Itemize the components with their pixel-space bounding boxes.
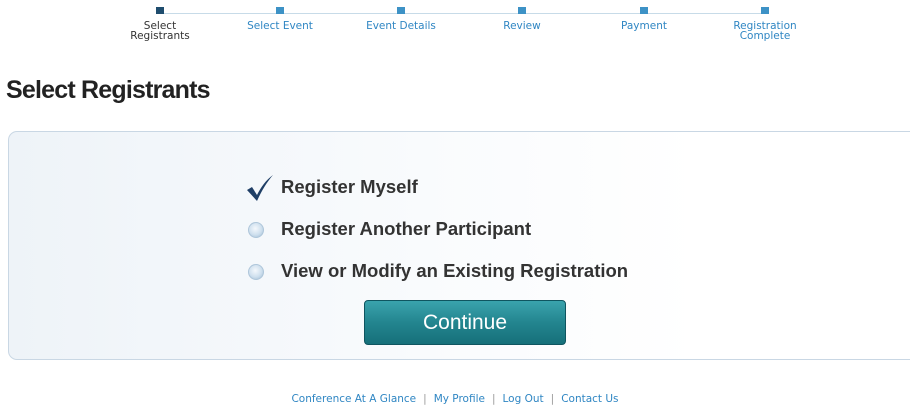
step-label: Payment [621,20,667,32]
option-label: Register Another Participant [281,218,532,239]
step-label: Event Details [366,20,436,32]
footer-link-conference-at-a-glance[interactable]: Conference At A Glance [291,393,416,405]
registrant-options-panel: Register Myself Register Another Partici… [8,131,910,360]
step-label: Select Event [247,20,313,32]
option-label: View or Modify an Existing Registration [281,260,629,281]
step-marker [761,7,769,14]
step-label: Registration Complete [733,20,797,42]
option-indicator[interactable] [245,216,279,242]
step-registration-complete: Registration Complete [715,7,815,41]
footer-separator: | [491,393,496,405]
radio-icon[interactable] [248,222,264,238]
footer-links: Conference At A Glance | My Profile | Log Ou… [0,393,910,405]
footer-separator: | [423,393,427,405]
footer-link-contact-us[interactable]: Contact Us [561,393,618,405]
step-payment: Payment [594,7,694,31]
footer-separator: | [550,393,555,405]
step-review: Review [472,7,572,31]
step-event-details: Event Details [351,7,451,31]
step-marker [276,7,284,14]
footer-link-my-profile[interactable]: My Profile [434,393,485,405]
registrant-options: Register Myself Register Another Partici… [245,166,628,292]
step-marker [640,7,648,14]
option-label: Register Myself [281,176,418,197]
progress-steps: Select Registrants Select Event Event De… [0,0,910,60]
step-marker [397,7,405,14]
step-select-registrants: Select Registrants [110,7,210,41]
step-select-event: Select Event [230,7,330,31]
step-label: Review [503,20,541,32]
checkmark-icon [247,175,273,201]
continue-button[interactable]: Continue [364,300,566,345]
page-title: Select Registrants [6,76,211,104]
option-indicator[interactable] [245,258,279,284]
option-register-myself[interactable]: Register Myself [245,166,628,208]
option-view-modify-registration[interactable]: View or Modify an Existing Registration [245,250,628,292]
radio-icon[interactable] [248,264,264,280]
footer-link-log-out[interactable]: Log Out [503,393,544,405]
step-label: Select Registrants [130,20,190,42]
option-register-another-participant[interactable]: Register Another Participant [245,208,628,250]
option-indicator[interactable] [245,174,279,201]
step-marker [518,7,526,14]
step-marker [156,7,164,14]
